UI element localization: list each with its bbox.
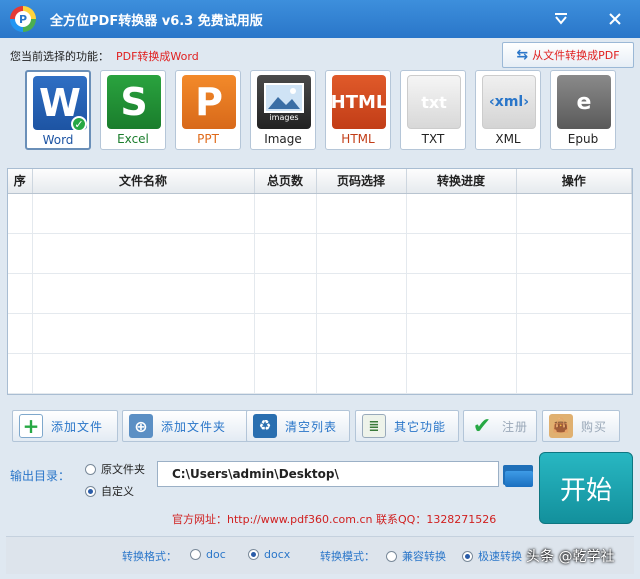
column-page-count[interactable]: 总页数: [254, 169, 317, 194]
output-source-label: 原文件夹: [101, 463, 145, 476]
column-page-select[interactable]: 页码选择: [316, 169, 407, 194]
output-custom-label: 自定义: [101, 485, 134, 498]
add-file-icon: +: [19, 414, 43, 438]
column-actions[interactable]: 操作: [516, 169, 632, 194]
format-html-button[interactable]: HTML HTML: [325, 70, 391, 150]
table-row: [8, 193, 632, 234]
folder-icon[interactable]: [503, 463, 533, 487]
buy-button[interactable]: 👜 购买: [542, 410, 620, 442]
function-value: PDF转换成Word: [116, 50, 199, 63]
website-link[interactable]: 官方网址：http://www.pdf360.com.cn: [172, 511, 373, 527]
format-excel-button[interactable]: S Excel: [100, 70, 166, 150]
output-path-input[interactable]: [157, 461, 499, 487]
table-row: [8, 353, 632, 394]
format-label: Epub: [567, 132, 599, 146]
output-source-radio[interactable]: 原文件夹: [85, 461, 145, 477]
action-toolbar: + 添加文件 ⊕ 添加文件夹 ♻ 清空列表 ≣ 其它功能 ✔ 注册 👜 购买: [12, 410, 622, 444]
table-row: [8, 233, 632, 274]
radio-dot: [85, 485, 96, 497]
swap-arrows-icon: ⇆: [516, 47, 529, 63]
add-folder-icon: ⊕: [129, 414, 153, 438]
list-icon: ≣: [362, 414, 386, 438]
format-label: HTML: [341, 132, 375, 146]
format-word-button[interactable]: W ✓ Word: [25, 70, 91, 150]
add-folder-label: 添加文件夹: [161, 419, 227, 434]
format-doc-radio[interactable]: doc: [190, 548, 226, 561]
chevron-down-icon[interactable]: [550, 8, 572, 30]
radio-dot: [190, 549, 201, 560]
html-icon: HTML: [331, 75, 387, 129]
table-row: [8, 313, 632, 354]
format-ppt-button[interactable]: P PPT: [175, 70, 241, 150]
column-file-name[interactable]: 文件名称: [32, 169, 255, 194]
format-doc-label: doc: [206, 548, 226, 561]
switch-mode-label: 从文件转换成PDF: [532, 49, 620, 62]
epub-icon: e: [557, 75, 611, 129]
format-image-button[interactable]: images Image: [250, 70, 316, 150]
app-logo-letter: P: [15, 11, 31, 27]
trash-icon: ♻: [253, 414, 277, 438]
radio-dot: [248, 549, 259, 560]
clear-list-label: 清空列表: [285, 419, 338, 434]
clear-list-button[interactable]: ♻ 清空列表: [246, 410, 350, 442]
title-bar: P 全方位PDF转换器 v6.3 免费试用版: [0, 0, 640, 38]
format-label: Excel: [117, 132, 149, 146]
add-file-label: 添加文件: [51, 419, 104, 434]
register-button[interactable]: ✔ 注册: [463, 410, 537, 442]
format-epub-button[interactable]: e Epub: [550, 70, 616, 150]
column-progress[interactable]: 转换进度: [406, 169, 517, 194]
mode-option-label: 转换模式：: [320, 550, 375, 563]
watermark: 头条 @乾学社: [526, 549, 615, 565]
add-folder-button[interactable]: ⊕ 添加文件夹: [122, 410, 250, 442]
format-selector: W ✓ Word S Excel P PPT images Image HTML…: [25, 70, 625, 152]
txt-icon: txt: [407, 75, 461, 129]
format-label: XML: [495, 132, 521, 146]
other-functions-button[interactable]: ≣ 其它功能: [355, 410, 459, 442]
output-dir-label: 输出目录：: [10, 469, 71, 483]
add-file-button[interactable]: + 添加文件: [12, 410, 118, 442]
start-button[interactable]: 开始: [539, 452, 633, 524]
radio-dot: [462, 550, 473, 562]
register-label: 注册: [502, 419, 529, 434]
output-custom-radio[interactable]: 自定义: [85, 483, 134, 499]
format-docx-label: docx: [264, 548, 291, 561]
format-label: Word: [42, 133, 74, 147]
format-option-label: 转换格式：: [122, 550, 177, 563]
mode-fast-radio[interactable]: 极速转换: [462, 548, 522, 564]
table-header-row: 序 文件名称 总页数 页码选择 转换进度 操作: [8, 169, 632, 194]
format-label: PPT: [197, 132, 219, 146]
mode-compat-label: 兼容转换: [402, 550, 446, 563]
checkmark-icon: ✔: [472, 413, 492, 439]
format-docx-radio[interactable]: docx: [248, 548, 290, 561]
ppt-icon: P: [182, 75, 236, 129]
mode-fast-label: 极速转换: [478, 550, 522, 563]
mode-compat-radio[interactable]: 兼容转换: [386, 548, 446, 564]
table-row: [8, 273, 632, 314]
checkmark-icon: ✓: [71, 116, 87, 132]
format-txt-button[interactable]: txt TXT: [400, 70, 466, 150]
function-label: 您当前选择的功能：: [10, 50, 109, 63]
excel-icon: S: [107, 75, 161, 129]
format-label: Image: [264, 132, 302, 146]
format-label: TXT: [421, 132, 445, 146]
file-table[interactable]: 序 文件名称 总页数 页码选择 转换进度 操作: [7, 168, 633, 395]
image-icon: images: [257, 75, 311, 129]
format-xml-button[interactable]: ‹xml› XML: [475, 70, 541, 150]
buy-label: 购买: [581, 419, 608, 434]
close-icon[interactable]: [604, 8, 626, 30]
radio-dot: [386, 550, 397, 562]
switch-mode-button[interactable]: ⇆ 从文件转换成PDF: [502, 42, 634, 68]
other-functions-label: 其它功能: [394, 419, 447, 434]
app-logo: P: [10, 6, 36, 32]
radio-dot: [85, 463, 96, 475]
shopping-bag-icon: 👜: [549, 414, 573, 438]
contact-qq: 联系QQ：1328271526: [376, 513, 497, 526]
column-index[interactable]: 序: [8, 169, 33, 194]
xml-icon: ‹xml›: [482, 75, 536, 129]
window-title: 全方位PDF转换器 v6.3 免费试用版: [50, 13, 263, 29]
